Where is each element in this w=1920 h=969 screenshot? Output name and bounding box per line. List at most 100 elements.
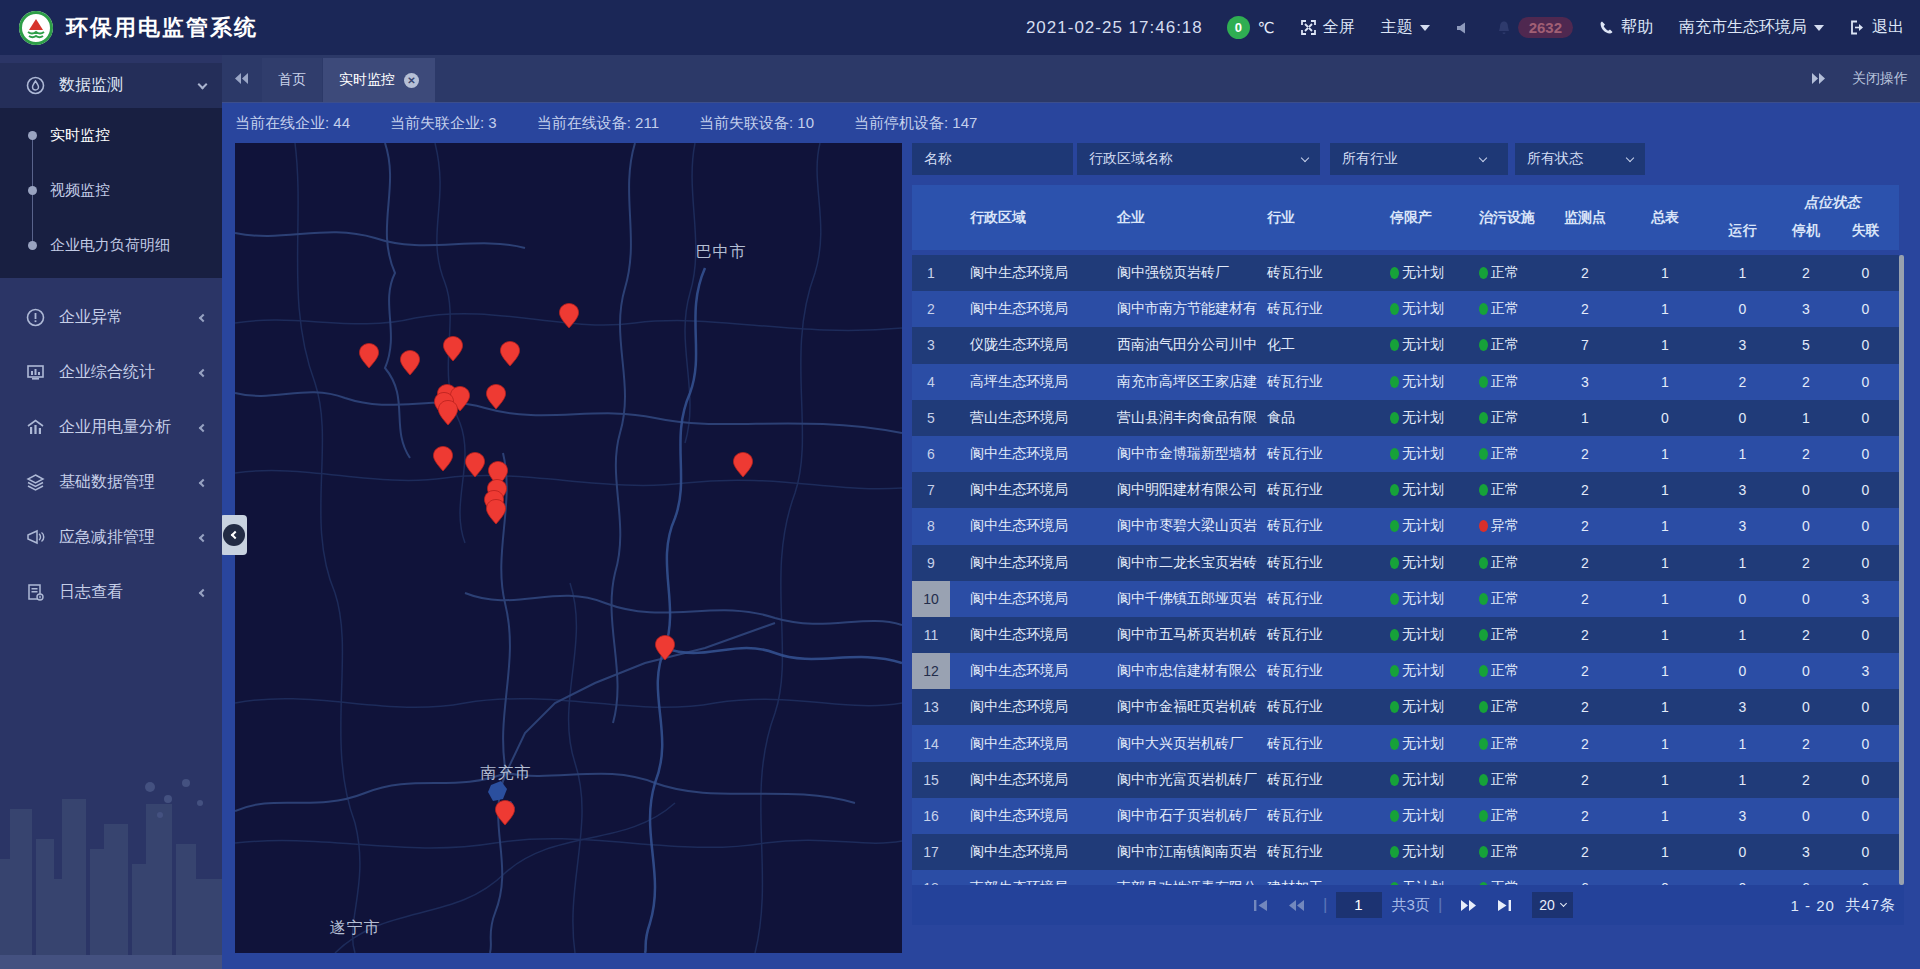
- table-row[interactable]: 4高坪生态环境局南充市高坪区王家店建砖瓦行业无计划正常31220: [912, 364, 1899, 400]
- status-dot-icon: [1390, 846, 1399, 858]
- table-row[interactable]: 3仪陇生态环境局西南油气田分公司川中化工无计划正常71350: [912, 327, 1899, 363]
- status-filter-select[interactable]: 所有状态: [1515, 143, 1645, 175]
- col-header-monitor[interactable]: 监测点: [1545, 185, 1625, 250]
- cell-monitor: 2: [1545, 627, 1625, 643]
- table-row[interactable]: 18南部生态环境局南部县改性沥青有限公建材加工无计划正常60060: [912, 870, 1899, 885]
- row-number: 7: [912, 472, 950, 508]
- table-row[interactable]: 8阆中生态环境局阆中市枣碧大梁山页岩砖瓦行业无计划异常21300: [912, 508, 1899, 544]
- table-row[interactable]: 17阆中生态环境局阆中市江南镇阆南页岩砖瓦行业无计划正常21030: [912, 834, 1899, 870]
- close-operations-button[interactable]: 关闭操作: [1852, 70, 1908, 88]
- table-row[interactable]: 1阆中生态环境局阆中强锐页岩砖厂砖瓦行业无计划正常21120: [912, 255, 1899, 291]
- theme-dropdown[interactable]: 主题: [1381, 17, 1430, 38]
- sound-button[interactable]: [1456, 21, 1470, 35]
- cell-lost: 0: [1832, 301, 1899, 317]
- logout-button[interactable]: 退出: [1850, 17, 1904, 38]
- status-dot-icon: [1479, 665, 1488, 677]
- cell-run: 0: [1705, 410, 1780, 426]
- table-row[interactable]: 11阆中生态环境局阆中市五马桥页岩机砖砖瓦行业无计划正常21120: [912, 617, 1899, 653]
- sidebar-subitem-2[interactable]: 企业电力负荷明细: [0, 218, 222, 273]
- city-label: 南充市: [481, 763, 532, 784]
- cell-company: 阆中市江南镇阆南页岩: [1097, 843, 1257, 861]
- sidebar-item-data-monitor[interactable]: 数据监测: [0, 63, 222, 108]
- table-row[interactable]: 13阆中生态环境局阆中市金福旺页岩机砖砖瓦行业无计划正常21300: [912, 689, 1899, 725]
- table-row[interactable]: 10阆中生态环境局阆中千佛镇五郎垭页岩砖瓦行业无计划正常21003: [912, 581, 1899, 617]
- fullscreen-icon: [1301, 20, 1316, 35]
- industry-filter-select[interactable]: 所有行业: [1330, 143, 1508, 175]
- cell-total: 0: [1625, 410, 1705, 426]
- col-header-lost[interactable]: 失联: [1832, 222, 1899, 240]
- sidebar-item-5[interactable]: 应急减排管理: [0, 510, 222, 565]
- table-row[interactable]: 6阆中生态环境局阆中市金博瑞新型墙材砖瓦行业无计划正常21120: [912, 436, 1899, 472]
- next-page-button[interactable]: [1460, 899, 1477, 912]
- cell-halt: 2: [1780, 555, 1832, 571]
- sidebar-menu: 企业异常企业综合统计企业用电量分析基础数据管理应急减排管理日志查看: [0, 290, 222, 620]
- col-header-run[interactable]: 运行: [1705, 222, 1780, 240]
- col-header-total[interactable]: 总表: [1625, 185, 1705, 250]
- tab-realtime-monitor[interactable]: 实时监控 ✕: [323, 58, 435, 102]
- cell-total: 1: [1625, 772, 1705, 788]
- cell-industry: 砖瓦行业: [1257, 771, 1367, 789]
- col-header-stop[interactable]: 停限产: [1367, 185, 1462, 250]
- cell-run: 3: [1705, 518, 1780, 534]
- org-dropdown[interactable]: 南充市生态环境局: [1679, 17, 1824, 38]
- cell-company: 阆中市南方节能建材有: [1097, 300, 1257, 318]
- last-page-button[interactable]: [1497, 899, 1512, 912]
- cell-industry: 砖瓦行业: [1257, 807, 1367, 825]
- col-header-region[interactable]: 行政区域: [950, 185, 1097, 250]
- page-size-select[interactable]: 20: [1532, 892, 1573, 918]
- sidebar-item-3[interactable]: 企业用电量分析: [0, 400, 222, 455]
- cell-company: 阆中市光富页岩机砖厂: [1097, 771, 1257, 789]
- sidebar-item-6[interactable]: 日志查看: [0, 565, 222, 620]
- table-row[interactable]: 5营山生态环境局营山县润丰肉食品有限食品无计划正常10010: [912, 400, 1899, 436]
- cell-run: 2: [1705, 374, 1780, 390]
- table-row[interactable]: 15阆中生态环境局阆中市光富页岩机砖厂砖瓦行业无计划正常21120: [912, 762, 1899, 798]
- status-dot-icon: [1479, 303, 1488, 315]
- table-row[interactable]: 14阆中生态环境局阆中大兴页岩机砖厂砖瓦行业无计划正常21120: [912, 725, 1899, 761]
- table-row[interactable]: 12阆中生态环境局阆中市忠信建材有限公砖瓦行业无计划正常21003: [912, 653, 1899, 689]
- cell-company: 阆中市金福旺页岩机砖: [1097, 698, 1257, 716]
- sidebar-item-4[interactable]: 基础数据管理: [0, 455, 222, 510]
- status-dot-icon: [1390, 629, 1399, 641]
- page-number-input[interactable]: 1: [1336, 892, 1382, 918]
- first-page-button[interactable]: [1253, 899, 1268, 912]
- sidebar-item-1[interactable]: 企业异常: [0, 290, 222, 345]
- table-row[interactable]: 2阆中生态环境局阆中市南方节能建材有砖瓦行业无计划正常21030: [912, 291, 1899, 327]
- col-header-facility[interactable]: 治污设施: [1462, 185, 1545, 250]
- chevron-left-icon: [199, 478, 207, 486]
- sidebar-subitem-0[interactable]: 实时监控: [0, 108, 222, 163]
- cell-total: 1: [1625, 265, 1705, 281]
- col-header-halt[interactable]: 停机: [1780, 222, 1832, 240]
- name-filter-input[interactable]: 名称: [912, 143, 1073, 175]
- col-header-company[interactable]: 企业: [1097, 185, 1257, 250]
- fullscreen-button[interactable]: 全屏: [1301, 17, 1355, 38]
- table-row[interactable]: 7阆中生态环境局阆中明阳建材有限公司砖瓦行业无计划正常21300: [912, 472, 1899, 508]
- help-button[interactable]: 帮助: [1599, 17, 1653, 38]
- cell-region: 阆中生态环境局: [950, 662, 1097, 680]
- cell-industry: 砖瓦行业: [1257, 843, 1367, 861]
- logout-icon: [1850, 20, 1865, 35]
- cell-run: 0: [1705, 591, 1780, 607]
- stats-icon: [26, 363, 45, 382]
- cell-facility: 正常: [1462, 843, 1545, 861]
- col-header-industry[interactable]: 行业: [1257, 185, 1367, 250]
- double-arrow-right-icon[interactable]: [1810, 72, 1826, 85]
- table-row[interactable]: 16阆中生态环境局阆中市石子页岩机砖厂砖瓦行业无计划正常21300: [912, 798, 1899, 834]
- cell-facility: 正常: [1462, 409, 1545, 427]
- tab-home[interactable]: 首页: [262, 58, 322, 102]
- sidebar-subitem-1[interactable]: 视频监控: [0, 163, 222, 218]
- tabs-scroll-left-button[interactable]: [222, 55, 262, 102]
- table-row[interactable]: 9阆中生态环境局阆中市二龙长宝页岩砖砖瓦行业无计划正常21120: [912, 545, 1899, 581]
- cell-stop: 无计划: [1367, 843, 1462, 861]
- sidebar-item-2[interactable]: 企业综合统计: [0, 345, 222, 400]
- map-collapse-button[interactable]: [220, 515, 247, 555]
- status-dot-icon: [1390, 303, 1399, 315]
- map-panel[interactable]: 巴中市南充市遂宁市: [235, 143, 902, 953]
- table-scrollbar[interactable]: [1899, 255, 1904, 885]
- cell-industry: 砖瓦行业: [1257, 264, 1367, 282]
- notifications[interactable]: 2632: [1496, 17, 1573, 38]
- region-filter-select[interactable]: 行政区域名称: [1077, 143, 1320, 175]
- cell-total: 1: [1625, 591, 1705, 607]
- prev-page-button[interactable]: [1288, 899, 1305, 912]
- pagination-range: 1 - 20 共47条: [1791, 885, 1896, 925]
- close-tab-icon[interactable]: ✕: [404, 73, 419, 88]
